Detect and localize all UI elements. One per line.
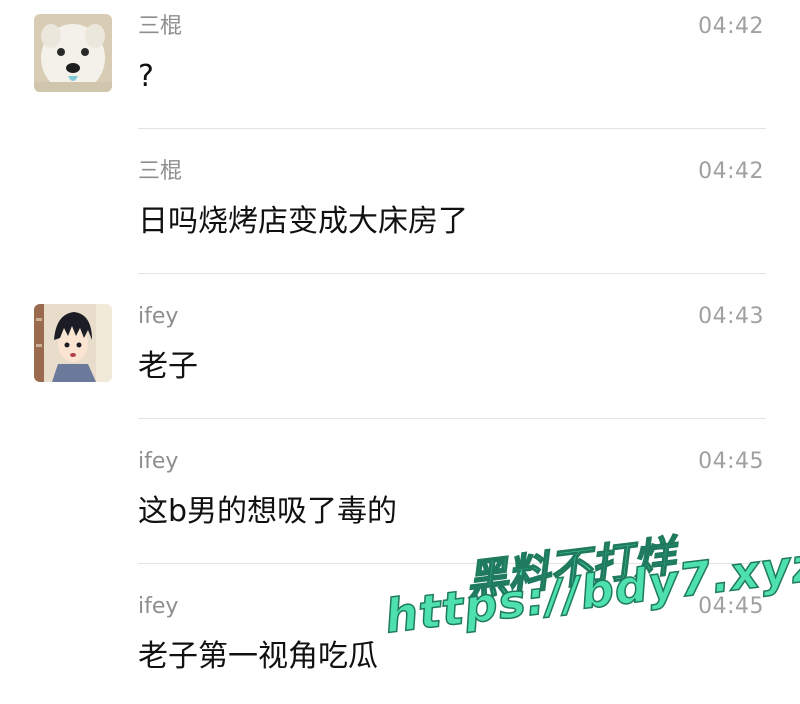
sender-name: ifey: [138, 594, 179, 619]
sender-name: 三棍: [138, 14, 183, 39]
sender-name: ifey: [138, 449, 179, 474]
message-time: 04:43: [698, 304, 764, 329]
chat-message: ifey 04:43 老子: [0, 290, 800, 435]
message-time: 04:42: [698, 14, 764, 39]
anime-boy-avatar-image: [34, 304, 112, 382]
message-separator: [138, 418, 766, 419]
sender-name: ifey: [138, 304, 179, 329]
dog-avatar-image: [34, 14, 112, 92]
message-text[interactable]: 这b男的想吸了毒的: [138, 493, 397, 531]
message-text[interactable]: ?: [138, 58, 154, 96]
anime-boy-avatar[interactable]: [34, 304, 112, 382]
message-separator: [138, 273, 766, 274]
message-time: 04:45: [698, 449, 764, 474]
message-text[interactable]: 日吗烧烤店变成大床房了: [138, 203, 468, 241]
chat-message: 三棍 04:42 ?: [0, 0, 800, 145]
dog-avatar[interactable]: [34, 14, 112, 92]
message-text[interactable]: 老子第一视角吃瓜: [138, 638, 378, 676]
message-time: 04:42: [698, 159, 764, 184]
message-separator: [138, 128, 766, 129]
sender-name: 三棍: [138, 159, 183, 184]
chat-message: 三棍 04:42 日吗烧烤店变成大床房了: [0, 145, 800, 290]
message-text[interactable]: 老子: [138, 348, 198, 386]
